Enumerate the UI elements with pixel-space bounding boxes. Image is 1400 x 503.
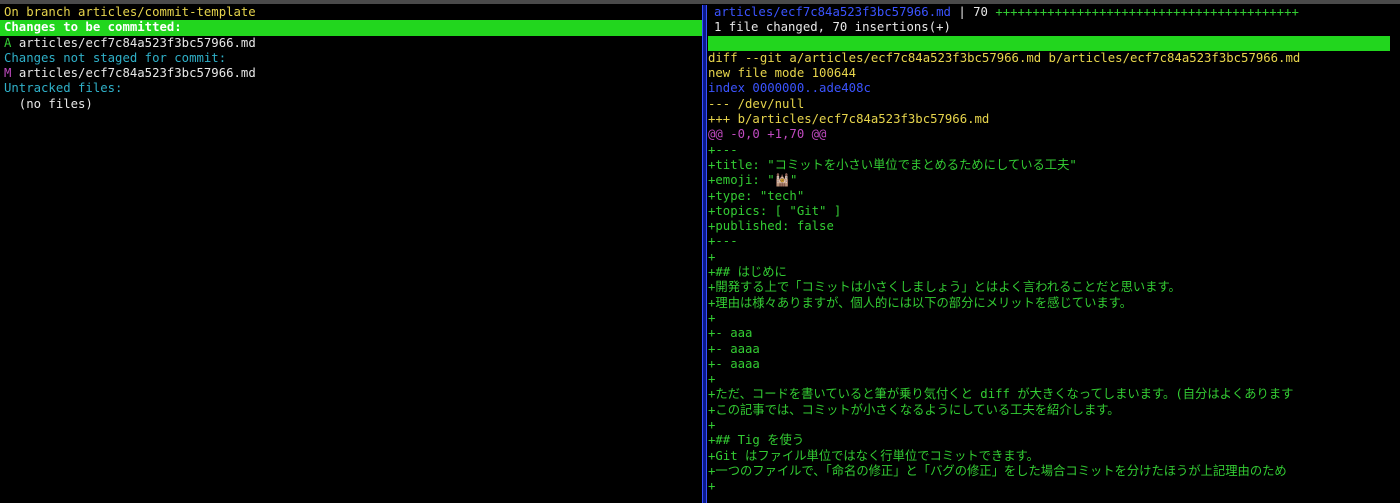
untracked-empty-label: (no files): [4, 96, 93, 111]
diff-header-line: diff --git a/articles/ecf7c84a523f3bc579…: [708, 50, 1301, 65]
diff-added-line: +: [708, 479, 716, 494]
diff-added-line: +開発する上で「コミットは小さくしましょう」とはよく言われることだと思います。: [708, 280, 1181, 295]
diff-added-line: +## はじめに: [708, 265, 787, 280]
diff-added-line: +## Tig を使う: [708, 433, 805, 448]
untracked-section-header[interactable]: Untracked files:: [0, 81, 702, 96]
diff-added-line: +- aaaa: [708, 341, 760, 356]
diff-added-line: +ただ、コードを書いていると筆が乗り気付くと diff が大きくなってしまいます…: [708, 387, 1294, 402]
diff-header-line: @@ -0,0 +1,70 @@: [708, 127, 827, 142]
diffstat-summary: 1 file changed, 70 insertions(+): [714, 20, 951, 35]
diffstat-line: articles/ecf7c84a523f3bc57966.md | 70 ++…: [708, 5, 1400, 20]
unstaged-section-header[interactable]: Changes not staged for commit:: [0, 51, 702, 66]
diff-body: +--- +title: "コミットを小さい単位でまとめるためにしている工夫" +e…: [708, 143, 1400, 495]
staged-section-header[interactable]: Changes to be committed:: [0, 20, 702, 36]
diff-header-line: new file mode 100644: [708, 66, 857, 81]
diff-added-line: +: [708, 310, 716, 325]
diff-added-line: +この記事では、コミットが小さくなるようにしている工夫を紹介します。: [708, 402, 1120, 417]
terminal-top-border: [0, 0, 1400, 4]
diff-added-line: +理由は様々ありますが、個人的には以下の部分にメリットを感じています。: [708, 295, 1133, 310]
diff-added-line: +---: [708, 142, 738, 157]
diff-added-line: +: [708, 418, 716, 433]
diff-added-line: +: [708, 372, 716, 387]
diff-pane[interactable]: articles/ecf7c84a523f3bc57966.md | 70 ++…: [708, 5, 1400, 503]
diff-added-line: +---: [708, 234, 738, 249]
unstaged-file-row[interactable]: M articles/ecf7c84a523f3bc57966.md: [0, 66, 702, 81]
diff-added-line: +published: false: [708, 219, 834, 234]
diffstat-bar: ++++++++++++++++++++++++++++++++++++++++…: [995, 5, 1299, 19]
diff-added-line: +- aaa: [708, 326, 753, 341]
diffstat-count: | 70: [950, 5, 996, 19]
diff-added-line: +Git はファイル単位ではなく行単位でコミットできます。: [708, 448, 1039, 463]
diff-added-line: +emoji: "🕍": [708, 173, 798, 188]
diff-added-line: +: [708, 249, 716, 264]
file-status-modified: M: [4, 66, 12, 81]
diff-header-line: --- /dev/null: [708, 96, 805, 111]
diff-added-line: +- aaaa: [708, 356, 760, 371]
diff-header-line: +++ b/articles/ecf7c84a523f3bc57966.md: [708, 112, 990, 127]
diffstat-file[interactable]: articles/ecf7c84a523f3bc57966.md: [714, 5, 951, 19]
file-path: articles/ecf7c84a523f3bc57966.md: [18, 35, 256, 50]
diff-added-line: +topics: [ "Git" ]: [708, 203, 842, 218]
diff-added-line: +type: "tech": [708, 188, 805, 203]
file-path: articles/ecf7c84a523f3bc57966.md: [18, 66, 256, 81]
status-pane[interactable]: On branch articles/commit-template Chang…: [0, 5, 702, 503]
diff-added-line: +一つのファイルで、「命名の修正」と「バグの修正」をした場合コミットを分けたほう…: [708, 463, 1287, 478]
diff-header-line: index 0000000..ade408c: [708, 81, 871, 96]
diff-header: diff --git a/articles/ecf7c84a523f3bc579…: [708, 51, 1400, 143]
staged-file-row[interactable]: A articles/ecf7c84a523f3bc57966.md: [0, 36, 702, 51]
pane-separator[interactable]: [702, 5, 707, 503]
branch-line: On branch articles/commit-template: [4, 5, 256, 19]
file-status-added: A: [4, 35, 12, 50]
diff-added-line: +title: "コミットを小さい単位でまとめるためにしている工夫": [708, 157, 1077, 172]
cursor-line-highlight[interactable]: [708, 35, 1390, 51]
